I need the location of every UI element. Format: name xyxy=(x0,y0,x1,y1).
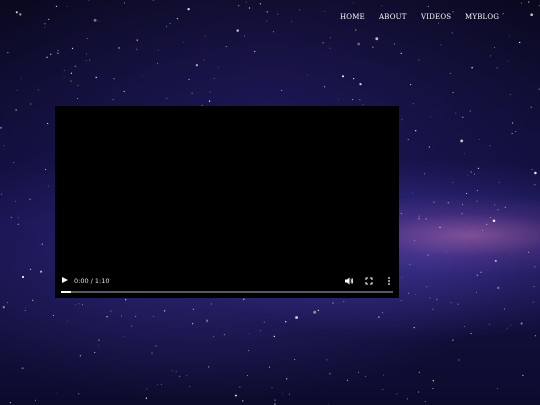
play-icon[interactable] xyxy=(62,277,68,283)
progress-bar[interactable] xyxy=(61,291,393,293)
nav-home[interactable]: HOME xyxy=(340,12,365,22)
top-nav: HOME ABOUT VIDEOS MYBLOG xyxy=(330,12,530,26)
fullscreen-icon[interactable] xyxy=(364,276,374,286)
volume-icon[interactable] xyxy=(344,276,354,286)
time-display: 0:00 / 1:10 xyxy=(74,277,110,285)
progress-bar-fill xyxy=(61,291,71,293)
video-player[interactable]: 0:00 / 1:10 xyxy=(55,106,399,298)
nav-myblog[interactable]: MYBLOG xyxy=(465,12,499,22)
more-options-icon[interactable] xyxy=(384,276,394,286)
video-controls: 0:00 / 1:10 xyxy=(55,268,399,298)
nav-videos[interactable]: VIDEOS xyxy=(421,12,451,22)
nav-about[interactable]: ABOUT xyxy=(379,12,407,22)
